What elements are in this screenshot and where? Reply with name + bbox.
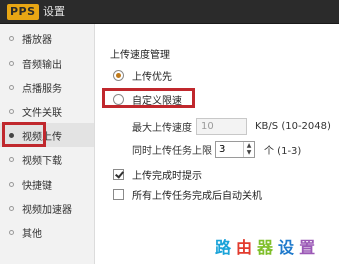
radio-button-icon[interactable]	[113, 70, 124, 81]
concurrent-tasks-unit: 个 (1-3)	[264, 146, 302, 157]
pps-logo: PPS	[7, 4, 39, 20]
concurrent-tasks-label: 同时上传任务上限	[132, 146, 212, 157]
max-speed-label: 最大上传速度	[132, 123, 192, 134]
watermark-char: 置	[299, 238, 317, 257]
sidebar-item-label: 音频输出	[22, 59, 62, 71]
watermark-char: 由	[236, 238, 254, 257]
concurrent-tasks-input[interactable]	[216, 142, 243, 157]
settings-sidebar: 播放器 音频输出 点播服务 文件关联 视频上传 视频下载 快捷键 视频加速器 其…	[0, 24, 95, 264]
chevron-down-icon[interactable]: ▼	[244, 149, 254, 156]
upload-speed-section-title: 上传速度管理	[110, 50, 170, 61]
radio-custom-limit-label: 自定义限速	[132, 96, 182, 107]
bullet-icon	[9, 205, 14, 211]
concurrent-tasks-row: 同时上传任务上限 ▲ ▼ 个 (1-3)	[132, 141, 301, 158]
watermark-char: 路	[215, 238, 233, 257]
sidebar-item-label: 快捷键	[22, 180, 52, 192]
radio-upload-priority-label: 上传优先	[132, 72, 172, 83]
watermark-char: 设	[278, 238, 296, 257]
sidebar-item-video-download[interactable]: 视频下载	[0, 147, 94, 171]
bullet-icon	[9, 35, 14, 41]
sidebar-item-label: 点播服务	[22, 83, 62, 95]
sidebar-item-player[interactable]: 播放器	[0, 26, 94, 50]
watermark-char: 器	[257, 238, 275, 257]
bullet-icon	[9, 132, 14, 138]
stepper-arrows[interactable]: ▲ ▼	[243, 142, 254, 157]
bullet-icon	[9, 60, 14, 66]
sidebar-item-label: 播放器	[22, 34, 52, 46]
sidebar-item-video-upload[interactable]: 视频上传	[0, 123, 94, 147]
sidebar-item-audio-output[interactable]: 音频输出	[0, 51, 94, 75]
sidebar-item-label: 视频上传	[22, 131, 62, 143]
bullet-icon	[9, 108, 14, 114]
max-speed-unit: KB/S (10-2048)	[255, 121, 331, 132]
upload-settings-panel: 上传速度管理 上传优先 自定义限速 最大上传速度 KB/S (10-2048) …	[96, 24, 339, 264]
notify-on-complete-option[interactable]: 上传完成时提示	[113, 167, 202, 182]
radio-button-icon[interactable]	[113, 94, 124, 105]
concurrent-tasks-stepper[interactable]: ▲ ▼	[215, 141, 255, 158]
sidebar-item-label: 其他	[22, 228, 42, 240]
max-speed-input[interactable]	[196, 118, 247, 135]
window-title: 设置	[43, 5, 65, 18]
sidebar-item-video-accelerator[interactable]: 视频加速器	[0, 196, 94, 220]
bullet-icon	[9, 229, 14, 235]
max-speed-row: 最大上传速度 KB/S (10-2048)	[132, 118, 331, 135]
title-bar: PPS 设置	[0, 0, 339, 24]
sidebar-item-label: 视频下载	[22, 155, 62, 167]
checkbox-icon[interactable]	[113, 189, 124, 200]
sidebar-item-file-association[interactable]: 文件关联	[0, 99, 94, 123]
checkbox-icon[interactable]	[113, 169, 124, 180]
bullet-icon	[9, 181, 14, 187]
auto-shutdown-option[interactable]: 所有上传任务完成后自动关机	[113, 187, 262, 202]
watermark: 路 由 器 设 置	[215, 234, 316, 258]
bullet-icon	[9, 156, 14, 162]
sidebar-item-label: 文件关联	[22, 107, 62, 119]
chevron-up-icon[interactable]: ▲	[244, 142, 254, 149]
bullet-icon	[9, 84, 14, 90]
sidebar-item-shortcuts[interactable]: 快捷键	[0, 172, 94, 196]
sidebar-item-vod-service[interactable]: 点播服务	[0, 75, 94, 99]
notify-on-complete-label: 上传完成时提示	[132, 171, 202, 182]
radio-custom-limit[interactable]: 自定义限速	[113, 92, 182, 107]
sidebar-item-label: 视频加速器	[22, 204, 72, 216]
radio-upload-priority[interactable]: 上传优先	[113, 68, 172, 83]
sidebar-item-other[interactable]: 其他	[0, 220, 94, 244]
auto-shutdown-label: 所有上传任务完成后自动关机	[132, 191, 262, 202]
